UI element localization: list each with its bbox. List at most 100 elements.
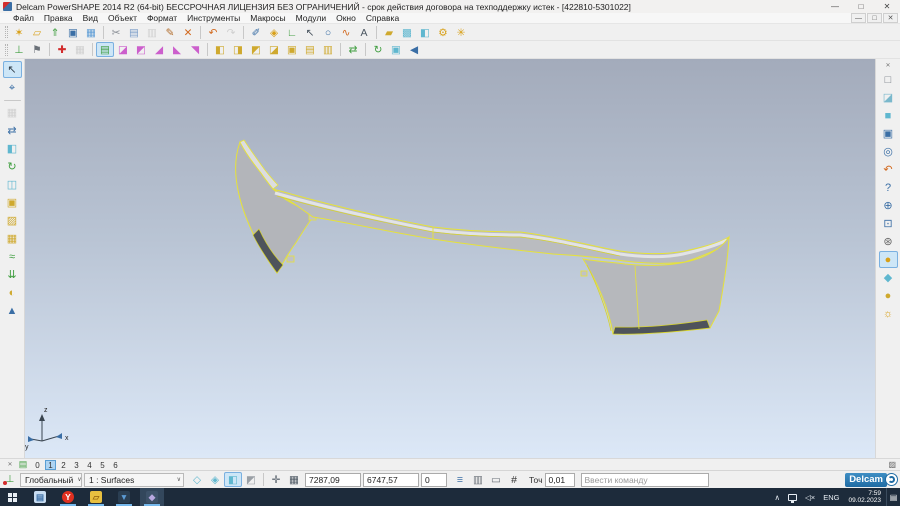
lighting-icon[interactable]: ☼ [879,305,898,322]
coordinate-y-field[interactable]: 6747,57 [363,473,419,487]
surface-extend-icon[interactable]: ◢ [150,42,168,57]
filter-surface-icon[interactable]: ◧ [224,472,242,487]
assembly-exchange-icon[interactable]: ⇄ [344,42,362,57]
shaded-sphere-icon[interactable]: ● [879,251,898,268]
snap-tolerance-icon[interactable]: # [505,472,523,487]
mdi-minimize-button[interactable]: — [851,13,866,23]
model-viewport[interactable]: z y x [25,59,875,458]
menu-item[interactable]: Справка [361,13,404,24]
text-tool-icon[interactable]: A [355,25,373,40]
coordinate-z-field[interactable]: 0 [421,473,447,487]
grid-icon[interactable]: ▦ [285,472,303,487]
paste-icon[interactable]: ▥ [143,25,161,40]
mdi-restore-button[interactable]: □ [867,13,882,23]
material-icon[interactable]: ◆ [879,269,898,286]
menu-item[interactable]: Формат [142,13,182,24]
active-workplane-icon[interactable]: ⊥ [2,474,18,485]
window-number[interactable]: 3 [71,460,82,470]
calculator-icon[interactable]: ▭ [487,472,505,487]
action-center-icon[interactable]: ▤ [886,488,900,506]
select-tool-icon[interactable]: ↖ [3,61,22,78]
format-painter-icon[interactable]: ✎ [161,25,179,40]
menu-item[interactable]: Модули [291,13,331,24]
wizard-icon[interactable]: ✳ [452,25,470,40]
menu-item[interactable]: Объект [103,13,142,24]
offset-object-icon[interactable]: ▣ [3,194,22,211]
surface-trim-icon[interactable]: ◣ [168,42,186,57]
hidden-line-view-icon[interactable]: ◪ [879,89,898,106]
model-canvas[interactable]: z y x [25,59,875,458]
gears-icon[interactable]: ⚙ [434,25,452,40]
minimize-button[interactable]: — [822,0,848,13]
wrap-tool-icon[interactable]: ◈ [265,25,283,40]
mdi-close-button[interactable]: ✕ [883,13,898,23]
menu-item[interactable]: Файл [8,13,39,24]
assembly-refresh-icon[interactable]: ↻ [369,42,387,57]
tolerance-field[interactable]: 0,01 [545,473,575,487]
line-tool-icon[interactable]: ✐ [247,25,265,40]
menu-item[interactable]: Инструменты [182,13,245,24]
filter-solid-icon[interactable]: ◩ [242,472,260,487]
box-preview-icon[interactable]: ▦ [3,104,22,121]
toolbar-grip[interactable] [5,26,8,38]
scale-object-icon[interactable]: ▨ [3,212,22,229]
convert-xy-icon[interactable]: ⇄ [3,122,22,139]
undo-icon[interactable]: ↶ [204,25,222,40]
solid-feature-icon[interactable]: ◧ [416,25,434,40]
solid-split-icon[interactable]: ◨ [229,42,247,57]
solid-boolean-icon[interactable]: ▤ [301,42,319,57]
taskbar-app-widget[interactable]: ▤ [28,488,52,506]
import-icon[interactable]: ⇑ [46,25,64,40]
start-button[interactable] [0,488,24,506]
surface-edit-icon[interactable]: ◩ [132,42,150,57]
window-number[interactable]: 5 [97,460,108,470]
taskbar-app-powershape[interactable]: ◆ [140,488,164,506]
zoom-box-icon[interactable]: ⊡ [879,215,898,232]
morph-icon[interactable]: ≈ [3,248,22,265]
create-workplane-icon[interactable]: ⊥ [10,42,28,57]
view-undo-icon[interactable]: ↶ [879,161,898,178]
filter-workplane-icon[interactable]: ◇ [188,472,206,487]
polyline-tool-icon[interactable]: ∟ [283,25,301,40]
shaded-wire-view-icon[interactable]: ▣ [879,125,898,142]
language-indicator[interactable]: ENG [819,493,843,502]
surface-tool-icon[interactable]: ▰ [380,25,398,40]
window-number[interactable]: 2 [58,460,69,470]
window-number[interactable]: 0 [32,460,43,470]
command-input[interactable] [581,473,709,487]
workplane-tool-icon[interactable]: ⌖ [3,79,22,96]
coordinate-x-field[interactable]: 7287,09 [305,473,361,487]
wireframe-view-icon[interactable]: □ [879,71,898,88]
menu-item[interactable]: Окно [331,13,361,24]
menu-item[interactable]: Вид [78,13,103,24]
redo-icon[interactable]: ↷ [222,25,240,40]
solid-cut-icon[interactable]: ◧ [211,42,229,57]
solid-open-icon[interactable]: ◪ [265,42,283,57]
tray-chevron-icon[interactable]: ∧ [771,493,785,502]
level-manager-icon[interactable]: ▤ [16,459,30,470]
render-cone-icon[interactable]: ▲ [3,302,22,319]
solid-stitch-icon[interactable]: ▥ [319,42,337,57]
window-number[interactable]: 6 [110,460,121,470]
keypad-icon[interactable]: ▥ [469,472,487,487]
window-number[interactable]: 4 [84,460,95,470]
flag-icon[interactable]: ⚑ [28,42,46,57]
assembly-component-icon[interactable]: ▣ [387,42,405,57]
print-icon[interactable]: ▦ [82,25,100,40]
level-bar-close-icon[interactable]: ✕ [4,461,16,468]
pattern-object-icon[interactable]: ▦ [3,230,22,247]
cut-icon[interactable]: ✂ [107,25,125,40]
iso-view-icon[interactable]: ◎ [879,143,898,160]
taskbar-app-explorer[interactable]: ▱ [84,488,108,506]
level-options-icon[interactable]: ▨ [888,460,896,469]
level-select[interactable]: 1 : Surfaces ∨ [84,473,184,487]
menu-item[interactable]: Макросы [245,13,290,24]
taskbar-app-cad[interactable]: ▼ [112,488,136,506]
filter-wireframe-icon[interactable]: ◈ [206,472,224,487]
level-browser-icon[interactable]: ▤ [96,42,114,57]
mirror-object-icon[interactable]: ◫ [3,176,22,193]
open-model-icon[interactable]: ▱ [28,25,46,40]
taskbar-app-yandex[interactable]: Y [56,488,80,506]
copy-icon[interactable]: ▤ [125,25,143,40]
model-doctor-icon[interactable]: ✚ [53,42,71,57]
